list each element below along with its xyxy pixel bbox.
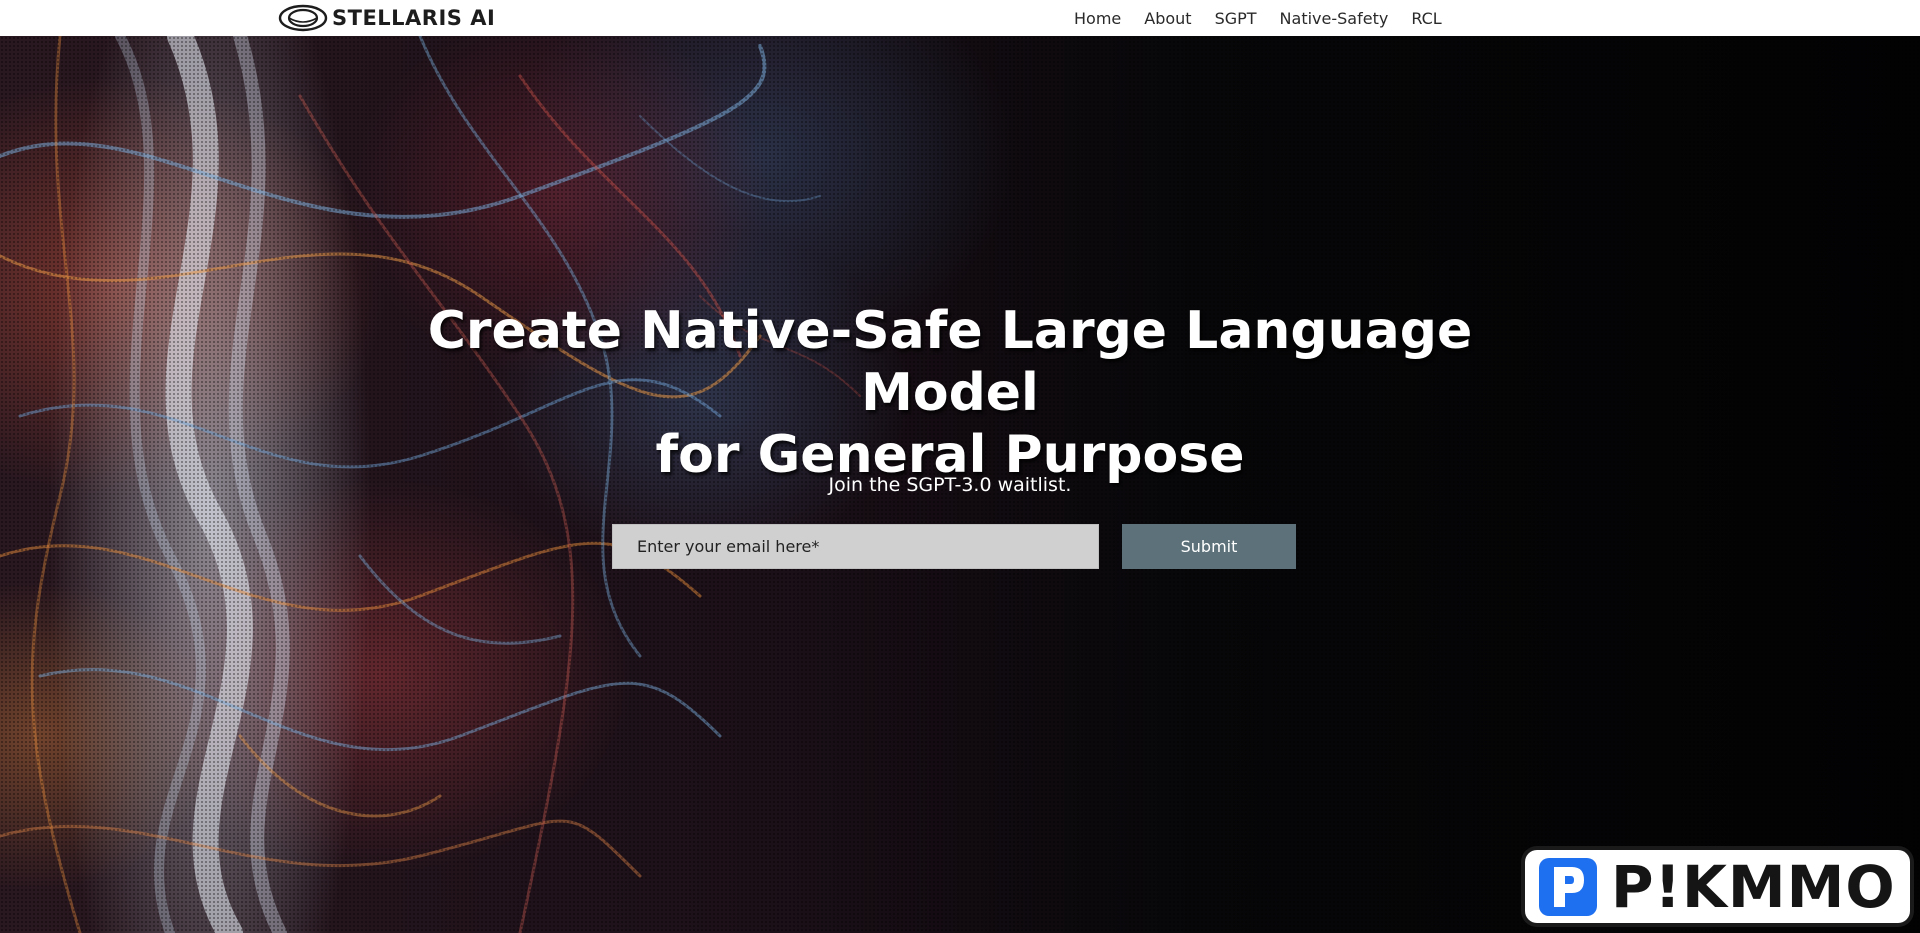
hero-title-line-1: Create Native-Safe Large Language Model [427, 301, 1473, 423]
brand-name: STELLARIS AI [332, 6, 496, 30]
pikmmo-logo-icon [1539, 857, 1597, 916]
pikmmo-wordmark: P!KMMO [1611, 852, 1896, 921]
hero-title: Create Native-Safe Large Language Model … [360, 300, 1540, 486]
nav-sgpt[interactable]: SGPT [1215, 9, 1257, 28]
nav-native-safety[interactable]: Native-Safety [1280, 9, 1389, 28]
waitlist-text: Join the SGPT-3.0 waitlist. [828, 474, 1072, 496]
brand-logo[interactable]: STELLARIS AI [278, 3, 495, 33]
email-input[interactable] [612, 524, 1099, 569]
nav-about[interactable]: About [1144, 9, 1191, 28]
stellaris-ring-logo-icon [278, 4, 328, 32]
main-nav: Home About SGPT Native-Safety RCL [1074, 0, 1442, 36]
nav-rcl[interactable]: RCL [1411, 9, 1441, 28]
site-header: STELLARIS AI Home About SGPT Native-Safe… [0, 0, 1920, 36]
submit-button[interactable]: Submit [1122, 524, 1296, 569]
nav-home[interactable]: Home [1074, 9, 1121, 28]
pikmmo-watermark: P!KMMO [1525, 850, 1910, 923]
